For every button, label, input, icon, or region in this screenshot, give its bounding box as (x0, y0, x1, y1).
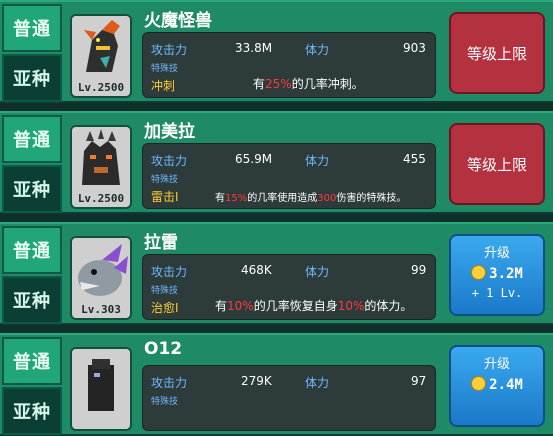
desc-text: 伤害的特殊技。 (336, 193, 407, 204)
attack-value: 33.8M (235, 41, 273, 55)
monster-name: 火魔怪兽 (144, 11, 212, 31)
skill-description: 有25%的几率冲刺。 (253, 75, 364, 92)
desc-text: 的几率恢复自身 (253, 299, 338, 313)
skill-label: 特殊技 (151, 397, 179, 407)
monster-card-3: 普通 亚种 Lv.303 拉雷 攻击力 468K 体力 99 特殊技 治愈I 有… (0, 222, 553, 325)
skill-name: 雷击I (151, 190, 179, 204)
skill-description: 有15%的几率使用造成300伤害的特殊技。 (215, 189, 406, 204)
monster-level: Lv.2500 (77, 192, 125, 205)
hp-label: 体力 (305, 376, 330, 390)
fire-monster-icon (72, 16, 130, 78)
cost-value: 3.2M (489, 266, 523, 282)
hp-value: 99 (411, 263, 427, 277)
level-increment: + 1 Lv. (471, 286, 523, 300)
monster-card-1: 普通 亚种 Lv.2500 火魔怪兽 攻击力 33.8M 体力 903 特殊技 … (0, 0, 553, 103)
desc-text: 有 (215, 299, 228, 313)
attack-value: 279K (241, 374, 272, 388)
monster-portrait[interactable]: Lv.303 (70, 236, 132, 320)
hp-value: 97 (411, 374, 427, 388)
upgrade-button[interactable]: 升级 2.4M (449, 345, 545, 427)
robot-monster-icon (72, 349, 130, 411)
monster-level: Lv.303 (81, 303, 121, 316)
skill-name: 冲刺 (151, 79, 176, 93)
tab-subspecies[interactable]: 亚种 (2, 54, 62, 102)
skill-name: 治愈I (151, 301, 179, 315)
stats-panel: 攻击力 33.8M 体力 903 特殊技 冲刺 有25%的几率冲刺。 (142, 32, 436, 98)
upgrade-cost: 3.2M (451, 265, 543, 282)
skill-label: 特殊技 (151, 64, 179, 74)
desc-highlight: 300 (317, 193, 337, 204)
level-max-button[interactable]: 等级上限 (449, 12, 545, 94)
tab-subspecies[interactable]: 亚种 (2, 387, 62, 435)
desc-text: 有 (215, 193, 225, 204)
monster-portrait[interactable]: Lv.2500 (70, 14, 132, 98)
variant-tabs: 普通 亚种 (0, 224, 64, 324)
attack-label: 攻击力 (151, 265, 188, 279)
skill-description: 有10%的几率恢复自身10%的体力。 (215, 297, 412, 314)
variant-tabs: 普通 亚种 (0, 335, 64, 435)
desc-text: 的几率冲刺。 (291, 77, 364, 91)
attack-label: 攻击力 (151, 43, 188, 57)
skill-label: 特殊技 (151, 286, 179, 296)
stats-panel: 攻击力 65.9M 体力 455 特殊技 雷击I 有15%的几率使用造成300伤… (142, 143, 436, 209)
dark-kaiju-icon (72, 127, 130, 189)
monster-card-4: 普通 亚种 O12 攻击力 279K 体力 97 特殊技 升级 2.4M (0, 333, 553, 436)
coin-icon (471, 376, 487, 391)
desc-text: 有 (253, 77, 266, 91)
variant-tabs: 普通 亚种 (0, 113, 64, 213)
tab-subspecies[interactable]: 亚种 (2, 276, 62, 324)
desc-text: 的体力。 (364, 299, 413, 313)
hp-value: 455 (403, 152, 426, 166)
monster-portrait[interactable]: Lv.2500 (70, 125, 132, 209)
tab-normal[interactable]: 普通 (2, 115, 62, 163)
monster-level: Lv.2500 (77, 81, 125, 94)
upgrade-label: 升级 (483, 357, 510, 372)
tab-normal[interactable]: 普通 (2, 4, 62, 52)
attack-label: 攻击力 (151, 376, 188, 390)
skill-label: 特殊技 (151, 175, 179, 185)
level-max-button[interactable]: 等级上限 (449, 123, 545, 205)
monster-name: 加美拉 (144, 122, 195, 142)
variant-tabs: 普通 亚种 (0, 2, 64, 102)
desc-text: 的几率使用造成 (247, 193, 318, 204)
hp-value: 903 (403, 41, 426, 55)
desc-highlight: 10% (227, 299, 254, 313)
upgrade-cost: 2.4M (451, 376, 543, 393)
attack-label: 攻击力 (151, 154, 188, 168)
desc-highlight: 15% (225, 193, 248, 204)
monster-portrait[interactable] (70, 347, 132, 431)
tab-normal[interactable]: 普通 (2, 337, 62, 385)
hp-label: 体力 (305, 265, 330, 279)
monster-card-2: 普通 亚种 Lv.2500 加美拉 攻击力 65.9M 体力 455 特殊技 雷… (0, 111, 553, 214)
cost-value: 2.4M (489, 377, 523, 393)
monster-name: 拉雷 (144, 233, 178, 253)
attack-value: 65.9M (235, 152, 273, 166)
desc-highlight: 25% (265, 77, 292, 91)
stats-panel: 攻击力 279K 体力 97 特殊技 (142, 365, 436, 431)
tab-normal[interactable]: 普通 (2, 226, 62, 274)
desc-highlight: 10% (337, 299, 365, 313)
upgrade-label: 升级 (483, 246, 510, 261)
attack-value: 468K (241, 263, 272, 277)
monster-name: O12 (144, 339, 183, 359)
coin-icon (471, 265, 487, 280)
upgrade-button[interactable]: 升级 3.2M + 1 Lv. (449, 234, 545, 316)
stats-panel: 攻击力 468K 体力 99 特殊技 治愈I 有10%的几率恢复自身10%的体力… (142, 254, 436, 320)
hp-label: 体力 (305, 43, 330, 57)
fish-monster-icon (72, 238, 130, 300)
tab-subspecies[interactable]: 亚种 (2, 165, 62, 213)
hp-label: 体力 (305, 154, 330, 168)
